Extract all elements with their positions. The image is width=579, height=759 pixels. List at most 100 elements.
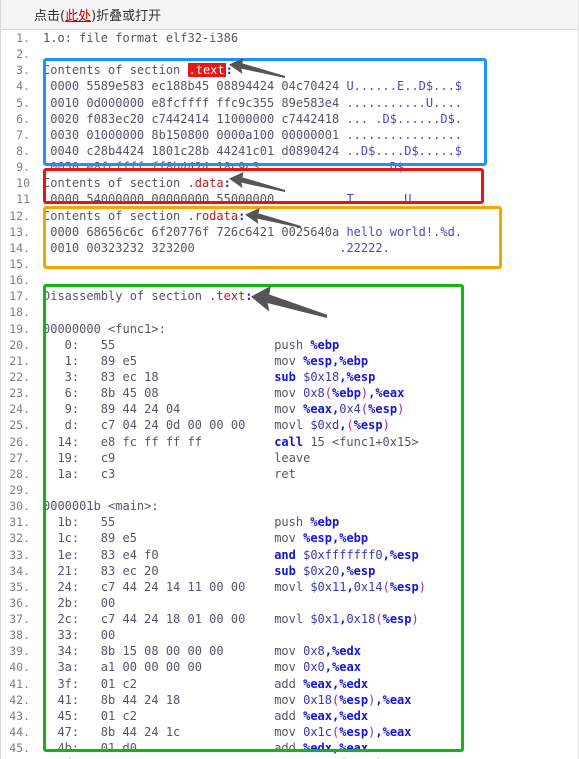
code-line[interactable]: 11 0000 54000000 00000000 55000000 T....…: [1, 191, 579, 207]
line-content: 2c: c7 44 24 18 01 00 00 movl $0x1,0x18(…: [35, 611, 579, 627]
line-content: 34: 8b 15 08 00 00 00 mov 0x8,%edx: [35, 643, 579, 659]
token-secmark: .text: [187, 63, 226, 78]
line-number: 41.: [9, 676, 30, 691]
code-viewer-page: 点击(此处)折叠或打开 1. 1.o: file format elf32-i38…: [0, 0, 579, 759]
line-content: [35, 272, 579, 288]
code-line[interactable]: 43. 45: 01 c2 add %eax,%edx: [1, 708, 579, 724]
code-listing[interactable]: 1. 1.o: file format elf32-i386 2. 3. Conten…: [1, 30, 579, 759]
code-line[interactable]: 29.: [1, 482, 579, 498]
token-hex: 0020 f083ec20 c7442414 11000000 c7442418: [43, 111, 347, 126]
token-hex: 0000 54000000 00000000 55000000: [43, 192, 347, 207]
code-line[interactable]: 18.: [1, 304, 579, 320]
code-line[interactable]: 13. 0000 68656c6c 6f20776f 726c6421 0025…: [1, 224, 579, 240]
code-line[interactable]: 5. 0010 0d000000 e8fcffff ffc9c355 89e58…: [1, 95, 579, 111]
line-number: 30.: [9, 499, 30, 514]
line-content: 1.o: file format elf32-i386: [35, 30, 579, 46]
token-ascii: .22222.: [339, 240, 390, 255]
code-line[interactable]: 34. 21: 83 ec 20 sub $0x20,%esp: [1, 563, 579, 579]
token-reg: %eax: [339, 741, 369, 756]
line-number: 9.: [16, 160, 30, 175]
code-line[interactable]: 4. 0000 5589e583 ec188b45 08894424 04c70…: [1, 78, 579, 94]
token-reg: %esp: [303, 353, 332, 368]
code-line[interactable]: 21. 1: 89 e5 mov %esp,%ebp: [1, 353, 579, 369]
line-content: 0000 54000000 00000000 55000000 T.......…: [35, 191, 579, 207]
code-line[interactable]: 17. Disassembly of section .text:: [1, 288, 579, 304]
code-line[interactable]: 36. 2b: 00: [1, 595, 579, 611]
collapse-toggle-header[interactable]: 点击(此处)折叠或打开: [1, 0, 579, 30]
token-punct: ,: [375, 725, 383, 740]
code-line[interactable]: 10 Contents of section .data:: [1, 175, 579, 191]
token-sec: .rodata: [187, 208, 239, 223]
code-line[interactable]: 35. 24: c7 44 24 14 11 00 00 movl $0x11,…: [1, 579, 579, 595]
collapse-here-link[interactable]: 此处: [65, 5, 91, 24]
code-line[interactable]: 25. d: c7 04 24 0d 00 00 00 movl $0xd,(%…: [1, 417, 579, 433]
line-content: 1e: 83 e4 f0 and $0xfffffff0,%esp: [35, 547, 579, 563]
code-line[interactable]: 38. 33: 00: [1, 627, 579, 643]
code-line[interactable]: 41. 3f: 01 c2 add %eax,%edx: [1, 676, 579, 692]
code-line[interactable]: 22. 3: 83 ec 18 sub $0x18,%esp: [1, 369, 579, 385]
token-reg: %ebp: [339, 353, 369, 368]
code-line[interactable]: 24. 9: 89 44 24 04 mov %eax,0x4(%esp): [1, 401, 579, 417]
token-mn: push: [274, 337, 311, 352]
code-line[interactable]: 9. 0050 e8fcffff ff8b4424 18c9c3 ......D…: [1, 159, 579, 175]
code-line[interactable]: 6. 0020 f083ec20 c7442414 11000000 c7442…: [1, 111, 579, 127]
code-line[interactable]: 40. 3a: a1 00 00 00 00 mov 0x0,%eax: [1, 659, 579, 675]
line-number: 3.: [16, 63, 30, 78]
token-paren: (: [382, 579, 390, 594]
code-line[interactable]: 2.: [1, 46, 579, 62]
line-number: 36.: [9, 595, 30, 610]
token-punct: ,: [382, 547, 390, 562]
line-number: 28.: [9, 466, 30, 481]
line-number: 11: [16, 192, 30, 207]
code-line[interactable]: 20. 0: 55 push %ebp: [1, 337, 579, 353]
code-line[interactable]: 44. 47: 8b 44 24 1c mov 0x1c(%esp),%eax: [1, 724, 579, 740]
code-line[interactable]: 37. 2c: c7 44 24 18 01 00 00 movl $0x1,0…: [1, 611, 579, 627]
code-line[interactable]: 30. 0000001b <main>:: [1, 498, 579, 514]
code-line[interactable]: 45. 4b: 01 d0 add %edx,%eax: [1, 740, 579, 756]
code-line[interactable]: 32. 1c: 89 e5 mov %esp,%ebp: [1, 530, 579, 546]
code-line[interactable]: 26. 14: e8 fc ff ff ff call 15 <func1+0x…: [1, 434, 579, 450]
header-suffix-text: )折叠或打开: [91, 9, 162, 24]
line-number: 22.: [9, 369, 30, 384]
token-plain: 45: 01 c2: [43, 708, 275, 723]
code-line[interactable]: 31. 1b: 55 push %ebp: [1, 514, 579, 530]
code-line[interactable]: 28. 1a: c3 ret: [1, 466, 579, 482]
line-number: 27.: [9, 450, 30, 465]
line-content: 3a: a1 00 00 00 00 mov 0x0,%eax: [35, 659, 579, 675]
code-line[interactable]: 39. 34: 8b 15 08 00 00 00 mov 0x8,%edx: [1, 643, 579, 659]
code-line[interactable]: 15.: [1, 256, 579, 272]
code-line[interactable]: 14. 0010 00323232 323200 .22222.: [1, 240, 579, 256]
line-content: 6: 8b 45 08 mov 0x8(%ebp),%eax: [35, 385, 579, 401]
token-imm: 0x1c: [303, 725, 332, 740]
code-line[interactable]: 27. 19: c9 leave: [1, 450, 579, 466]
code-line[interactable]: 3. Contents of section .text:: [1, 62, 579, 78]
token-plain: 3: 83 ec 18: [43, 369, 275, 384]
code-line[interactable]: 12. Contents of section .rodata:: [1, 208, 579, 224]
code-line[interactable]: 16.: [1, 272, 579, 288]
line-number: 38.: [9, 628, 30, 643]
line-content: 3: 83 ec 18 sub $0x18,%esp: [35, 369, 579, 385]
line-number: 20.: [9, 337, 30, 352]
code-line[interactable]: 7. 0030 01000000 8b150800 0000a100 00000…: [1, 127, 579, 143]
token-reg: %esp: [346, 563, 376, 578]
token-mn: mov: [274, 692, 304, 707]
line-number: 10: [16, 176, 30, 191]
code-line[interactable]: 8. 0040 c28b4424 1801c28b 44241c01 d0890…: [1, 143, 579, 159]
token-plain: 14: e8 fc ff ff ff: [43, 434, 275, 449]
code-line[interactable]: 1. 1.o: file format elf32-i386: [1, 30, 579, 46]
code-line[interactable]: 19. 00000000 <func1>:: [1, 321, 579, 337]
line-content: Contents of section .data:: [35, 175, 579, 191]
code-line[interactable]: 23. 6: 8b 45 08 mov 0x8(%ebp),%eax: [1, 385, 579, 401]
token-ascii: ...........U....: [346, 95, 463, 110]
line-content: 0: 55 push %ebp: [35, 337, 579, 353]
line-content: 47: 8b 44 24 1c mov 0x1c(%esp),%eax: [35, 724, 579, 740]
code-line[interactable]: 33. 1e: 83 e4 f0 and $0xfffffff0,%esp: [1, 547, 579, 563]
token-reg: %eax: [382, 725, 412, 740]
code-line[interactable]: 42. 41: 8b 44 24 18 mov 0x18(%esp),%eax: [1, 692, 579, 708]
line-content: 45: 01 c2 add %eax,%edx: [35, 708, 579, 724]
line-content: 0000 68656c6c 6f20776f 726c6421 0025640a…: [35, 224, 579, 240]
line-number: 19.: [9, 321, 30, 336]
line-content: 1c: 89 e5 mov %esp,%ebp: [35, 530, 579, 546]
token-imm: $0x11: [310, 579, 347, 594]
token-ascii: T.......U...: [346, 192, 434, 207]
